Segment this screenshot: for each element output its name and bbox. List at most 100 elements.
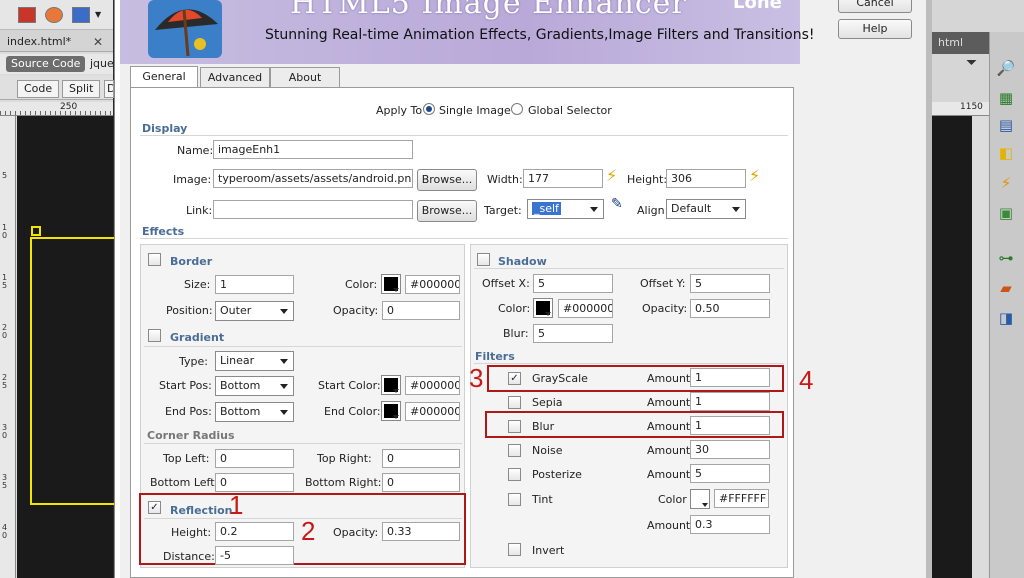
name-input[interactable]: imageEnh1 bbox=[213, 140, 413, 159]
border-checkbox[interactable] bbox=[148, 253, 161, 266]
cancel-button[interactable]: Cancel bbox=[838, 0, 912, 13]
end-color-input[interactable]: #000000 bbox=[405, 402, 460, 421]
gradient-checkbox[interactable] bbox=[148, 329, 161, 342]
panel-dock: 🔎 ▦ ▤ ◧ ⚡ ▣ ⊶ ▰ ◨ bbox=[989, 32, 1024, 578]
right-canvas bbox=[932, 116, 972, 578]
sepia-checkbox[interactable] bbox=[508, 396, 521, 409]
sepia-amount-input[interactable]: 1 bbox=[690, 392, 770, 411]
briefcase-icon[interactable]: ▰ bbox=[994, 277, 1018, 299]
tag-inspector-icon[interactable]: ◨ bbox=[994, 307, 1018, 329]
end-pos-label: End Pos: bbox=[165, 405, 212, 418]
help-button[interactable]: Help bbox=[838, 19, 912, 39]
height-input[interactable]: 306 bbox=[666, 169, 746, 188]
related-file-jquery[interactable]: jque bbox=[90, 56, 114, 72]
border-opacity-label: Opacity: bbox=[333, 304, 379, 317]
noise-checkbox[interactable] bbox=[508, 444, 521, 457]
shadow-checkbox[interactable] bbox=[477, 253, 490, 266]
grayscale-amount-input[interactable]: 1 bbox=[690, 368, 770, 387]
chevron-down-icon[interactable]: ▼ bbox=[95, 10, 101, 19]
link-input[interactable] bbox=[213, 200, 413, 219]
image-browse-button[interactable]: Browse... bbox=[417, 169, 477, 191]
layout-icon[interactable] bbox=[72, 7, 90, 23]
align-select[interactable]: Default bbox=[666, 199, 746, 219]
snippets-icon[interactable]: ▣ bbox=[994, 202, 1018, 224]
start-pos-select[interactable]: Bottom bbox=[215, 376, 294, 396]
reflection-distance-input[interactable]: -5 bbox=[215, 546, 294, 565]
offset-y-input[interactable]: 5 bbox=[690, 274, 770, 293]
vertical-scrollbar[interactable] bbox=[972, 116, 988, 578]
grayscale-checkbox[interactable]: ✓ bbox=[508, 372, 521, 385]
tint-checkbox[interactable] bbox=[508, 493, 521, 506]
element-handle[interactable] bbox=[31, 226, 41, 236]
border-color-input[interactable]: #000000 bbox=[405, 275, 460, 294]
offset-x-input[interactable]: 5 bbox=[533, 274, 613, 293]
reflection-checkbox[interactable]: ✓ bbox=[148, 501, 161, 514]
single-image-radio[interactable] bbox=[423, 103, 435, 115]
reflection-opacity-input[interactable]: 0.33 bbox=[382, 522, 460, 541]
selected-element-outline[interactable] bbox=[30, 237, 114, 505]
width-input[interactable]: 177 bbox=[523, 169, 603, 188]
blur-amount-input[interactable]: 1 bbox=[690, 416, 770, 435]
posterize-amount-input[interactable]: 5 bbox=[690, 464, 770, 483]
tab-advanced[interactable]: Advanced bbox=[200, 67, 270, 88]
invert-checkbox[interactable] bbox=[508, 543, 521, 556]
link-browse-button[interactable]: Browse... bbox=[417, 200, 477, 222]
border-size-input[interactable]: 1 bbox=[215, 275, 294, 294]
reflection-height-input[interactable]: 0.2 bbox=[215, 522, 294, 541]
sitemap-icon[interactable]: ⊶ bbox=[994, 247, 1018, 269]
lightning-icon[interactable]: ⚡ bbox=[749, 166, 760, 185]
extension-icon[interactable] bbox=[45, 7, 63, 23]
start-color-swatch[interactable] bbox=[381, 375, 401, 395]
shadow-color-swatch[interactable] bbox=[533, 298, 553, 318]
image-path-input[interactable]: typeroom/assets/assets/android.png bbox=[213, 169, 413, 188]
tab-general[interactable]: General bbox=[130, 66, 198, 88]
noise-amount-label: Amount bbox=[647, 444, 691, 457]
insert-icon[interactable]: ▦ bbox=[994, 87, 1018, 109]
border-opacity-input[interactable]: 0 bbox=[382, 301, 460, 320]
border-position-select[interactable]: Outer bbox=[215, 301, 294, 321]
tint-color-swatch[interactable] bbox=[690, 489, 710, 509]
split-view-button[interactable]: Split bbox=[62, 80, 101, 98]
behaviors-icon[interactable]: ⚡ bbox=[994, 172, 1018, 194]
end-pos-select[interactable]: Bottom bbox=[215, 402, 294, 422]
shadow-blur-input[interactable]: 5 bbox=[533, 324, 613, 343]
border-title: Border bbox=[170, 255, 213, 268]
document-tab[interactable]: index.html* bbox=[3, 33, 75, 51]
border-color-swatch[interactable] bbox=[381, 274, 401, 294]
tab-about[interactable]: About bbox=[270, 67, 340, 88]
shadow-opacity-input[interactable]: 0.50 bbox=[690, 299, 770, 318]
assets-icon[interactable]: ◧ bbox=[994, 142, 1018, 164]
gradient-type-select[interactable]: Linear bbox=[215, 351, 294, 371]
app-logo-icon[interactable] bbox=[18, 7, 36, 23]
bottom-left-input[interactable]: 0 bbox=[215, 473, 294, 492]
lightning-icon[interactable]: ⚡ bbox=[606, 166, 617, 185]
top-right-input[interactable]: 0 bbox=[382, 449, 460, 468]
blur-checkbox[interactable] bbox=[508, 420, 521, 433]
posterize-label: Posterize bbox=[532, 468, 582, 481]
css-icon[interactable]: ▤ bbox=[994, 114, 1018, 136]
design-view-button[interactable]: D bbox=[104, 80, 114, 98]
shadow-color-input[interactable]: #000000 bbox=[558, 299, 613, 318]
find-icon[interactable]: 🔎 bbox=[994, 57, 1018, 79]
close-icon[interactable]: ✕ bbox=[93, 33, 103, 51]
border-position-label: Position: bbox=[166, 304, 213, 317]
code-view-button[interactable]: Code bbox=[17, 80, 60, 98]
annotation-number: 4 bbox=[799, 365, 814, 395]
posterize-checkbox[interactable] bbox=[508, 468, 521, 481]
bottom-right-input[interactable]: 0 bbox=[382, 473, 460, 492]
filter-icon[interactable]: ⏷ bbox=[966, 55, 977, 71]
noise-amount-input[interactable]: 30 bbox=[690, 440, 770, 459]
tint-color-input[interactable]: #FFFFFF bbox=[714, 489, 769, 508]
pin-icon[interactable]: ✎ bbox=[611, 196, 623, 212]
target-select[interactable]: _self bbox=[527, 199, 604, 219]
end-color-swatch[interactable] bbox=[381, 401, 401, 421]
global-selector-radio[interactable] bbox=[511, 103, 523, 115]
tint-amount-input[interactable]: 0.3 bbox=[690, 515, 770, 534]
ruler-label: 3 0 bbox=[2, 423, 8, 440]
right-document-tab[interactable]: html bbox=[932, 32, 990, 54]
start-color-input[interactable]: #000000 bbox=[405, 376, 460, 395]
top-left-input[interactable]: 0 bbox=[215, 449, 294, 468]
filters-section-title: Filters bbox=[475, 350, 515, 363]
source-code-button[interactable]: Source Code bbox=[6, 56, 86, 72]
blur-amount-label: Amount bbox=[647, 420, 691, 433]
